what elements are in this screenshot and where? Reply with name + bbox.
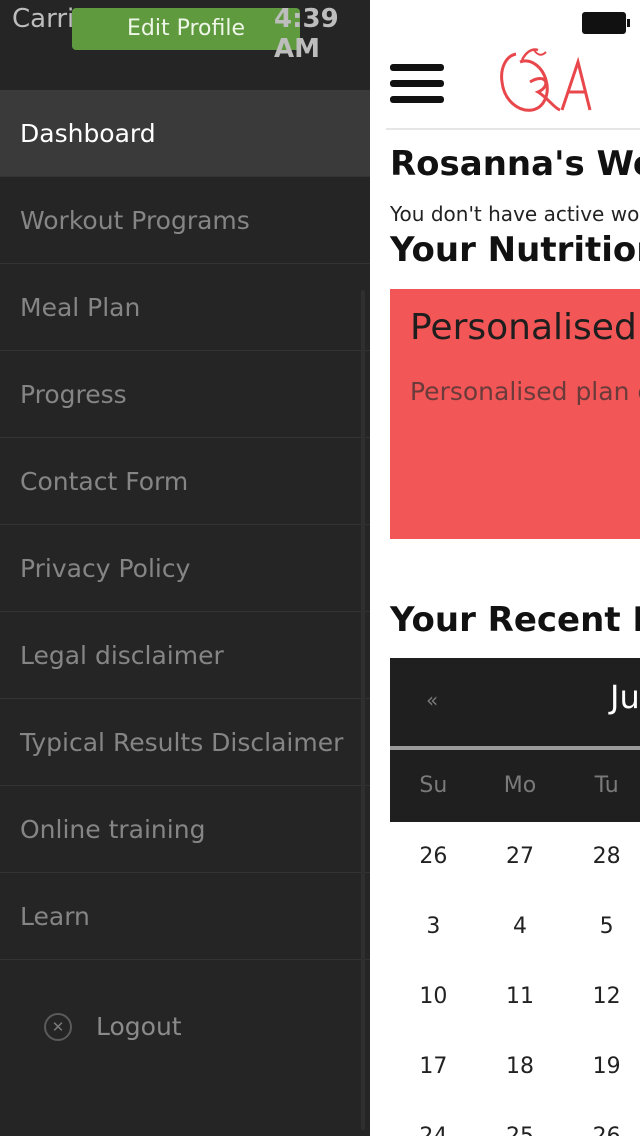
drawer-scrollbar[interactable] [361, 290, 365, 1130]
menu-item-legal-disclaimer[interactable]: Legal disclaimer [0, 612, 370, 699]
menu-item-workout-programs[interactable]: Workout Programs [0, 177, 370, 264]
menu-item-typical-results-disclaimer[interactable]: Typical Results Disclaimer [0, 699, 370, 786]
calendar-day[interactable]: 12 [563, 962, 640, 1032]
calendar-week-row: 17 18 19 [390, 1032, 640, 1102]
menu-item-online-training[interactable]: Online training [0, 786, 370, 873]
menu-item-learn[interactable]: Learn [0, 873, 370, 960]
calendar-day[interactable]: 27 [477, 822, 564, 892]
calendar-day[interactable]: 4 [477, 892, 564, 962]
calendar-week-row: 10 11 12 [390, 962, 640, 1032]
calendar-day[interactable]: 10 [390, 962, 477, 1032]
hamburger-menu-icon[interactable] [390, 64, 444, 106]
workout-heading: Rosanna's Wo [390, 144, 640, 184]
calendar-day[interactable]: 26 [563, 1102, 640, 1136]
menu-item-contact-form[interactable]: Contact Form [0, 438, 370, 525]
edit-profile-button[interactable]: Edit Profile [72, 8, 300, 50]
logout-button[interactable]: ✕ Logout [44, 1012, 182, 1041]
calendar: « Ju Su Mo Tu 26 27 28 3 4 5 10 11 12 17… [390, 658, 640, 1136]
nutrition-heading: Your Nutrition [390, 230, 640, 270]
calendar-day[interactable]: 18 [477, 1032, 564, 1102]
weekday-label: Tu [594, 773, 619, 798]
plan-card-title: Personalised [410, 307, 637, 348]
side-drawer: Carrier Edit Profile 4:39 AM Dashboard W… [0, 0, 370, 1136]
calendar-day[interactable]: 11 [477, 962, 564, 1032]
calendar-month-label: Ju [610, 678, 640, 716]
calendar-prev-button[interactable]: « [426, 688, 438, 712]
calendar-week-row: 24 25 26 [390, 1102, 640, 1136]
calendar-day[interactable]: 17 [390, 1032, 477, 1102]
calendar-week-row: 26 27 28 [390, 822, 640, 892]
app-header [386, 42, 640, 130]
battery-icon [582, 12, 630, 34]
main-content: Rosanna's Wo You don't have active wo Yo… [370, 0, 640, 1136]
recent-heading: Your Recent Pi [390, 600, 640, 640]
calendar-week-row: 3 4 5 [390, 892, 640, 962]
calendar-day[interactable]: 24 [390, 1102, 477, 1136]
weekday-label: Su [419, 773, 448, 798]
calendar-day[interactable]: 26 [390, 822, 477, 892]
brand-logo[interactable] [486, 46, 606, 122]
calendar-header: « Ju [390, 658, 640, 746]
menu-item-progress[interactable]: Progress [0, 351, 370, 438]
calendar-day[interactable]: 25 [477, 1102, 564, 1136]
menu-item-dashboard[interactable]: Dashboard [0, 90, 370, 177]
status-time: 4:39 AM [274, 4, 339, 64]
calendar-weekdays: Su Mo Tu [390, 750, 640, 822]
drawer-menu: Dashboard Workout Programs Meal Plan Pro… [0, 90, 370, 960]
plan-card-description: Personalised plan c [410, 377, 640, 406]
personalised-plan-card[interactable]: Personalised Personalised plan c [390, 289, 640, 539]
calendar-day[interactable]: 28 [563, 822, 640, 892]
workout-notice: You don't have active wo [390, 202, 640, 226]
menu-item-privacy-policy[interactable]: Privacy Policy [0, 525, 370, 612]
close-circle-icon: ✕ [44, 1012, 72, 1041]
logout-label: Logout [96, 1012, 182, 1041]
weekday-label: Mo [503, 773, 537, 798]
calendar-day[interactable]: 3 [390, 892, 477, 962]
calendar-day[interactable]: 5 [563, 892, 640, 962]
calendar-day[interactable]: 19 [563, 1032, 640, 1102]
menu-item-meal-plan[interactable]: Meal Plan [0, 264, 370, 351]
